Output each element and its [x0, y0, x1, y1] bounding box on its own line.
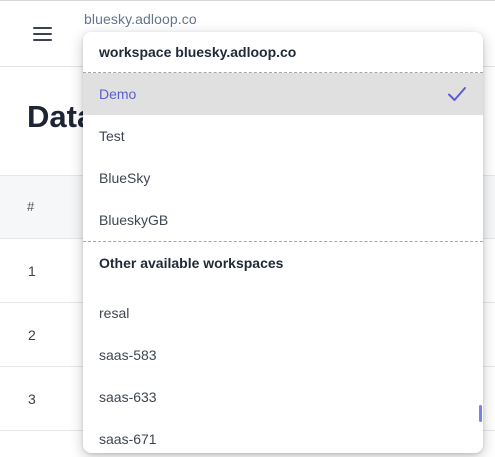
workspace-option-label: Test [99, 128, 125, 144]
hamburger-menu-icon[interactable] [33, 27, 53, 41]
row-index: 1 [28, 263, 36, 279]
workspace-option-saas-671[interactable]: saas-671 [83, 418, 483, 453]
workspace-option-blueskygb[interactable]: BlueskyGB [83, 199, 483, 242]
workspace-option-test[interactable]: Test [83, 115, 483, 157]
workspace-option-saas-633[interactable]: saas-633 [83, 376, 483, 418]
workspace-option-label: Demo [99, 86, 137, 102]
workspace-option-label: saas-633 [99, 389, 157, 405]
dropdown-scrollbar[interactable] [479, 405, 482, 422]
workspace-option-label: saas-583 [99, 347, 157, 363]
workspace-dropdown: workspace bluesky.adloop.co Demo Test Bl… [83, 32, 483, 453]
column-header-index: # [27, 199, 35, 214]
workspace-selector[interactable]: bluesky.adloop.co [84, 11, 197, 27]
workspace-option-demo[interactable]: Demo [83, 73, 483, 115]
workspace-option-resal[interactable]: resal [83, 292, 483, 334]
checkmark-icon [448, 87, 466, 101]
workspace-option-label: resal [99, 305, 130, 321]
workspace-option-label: saas-671 [99, 431, 157, 447]
row-index: 3 [28, 391, 36, 407]
dropdown-header: workspace bluesky.adloop.co [83, 32, 483, 73]
workspace-option-label: BlueSky [99, 170, 151, 186]
workspace-option-label: BlueskyGB [99, 212, 169, 228]
workspace-option-bluesky[interactable]: BlueSky [83, 157, 483, 199]
page: bluesky.adloop.co Data # 1 2 3 workspace… [0, 0, 495, 457]
workspace-option-saas-583[interactable]: saas-583 [83, 334, 483, 376]
row-index: 2 [28, 327, 36, 343]
other-workspaces-heading: Other available workspaces [99, 255, 284, 271]
